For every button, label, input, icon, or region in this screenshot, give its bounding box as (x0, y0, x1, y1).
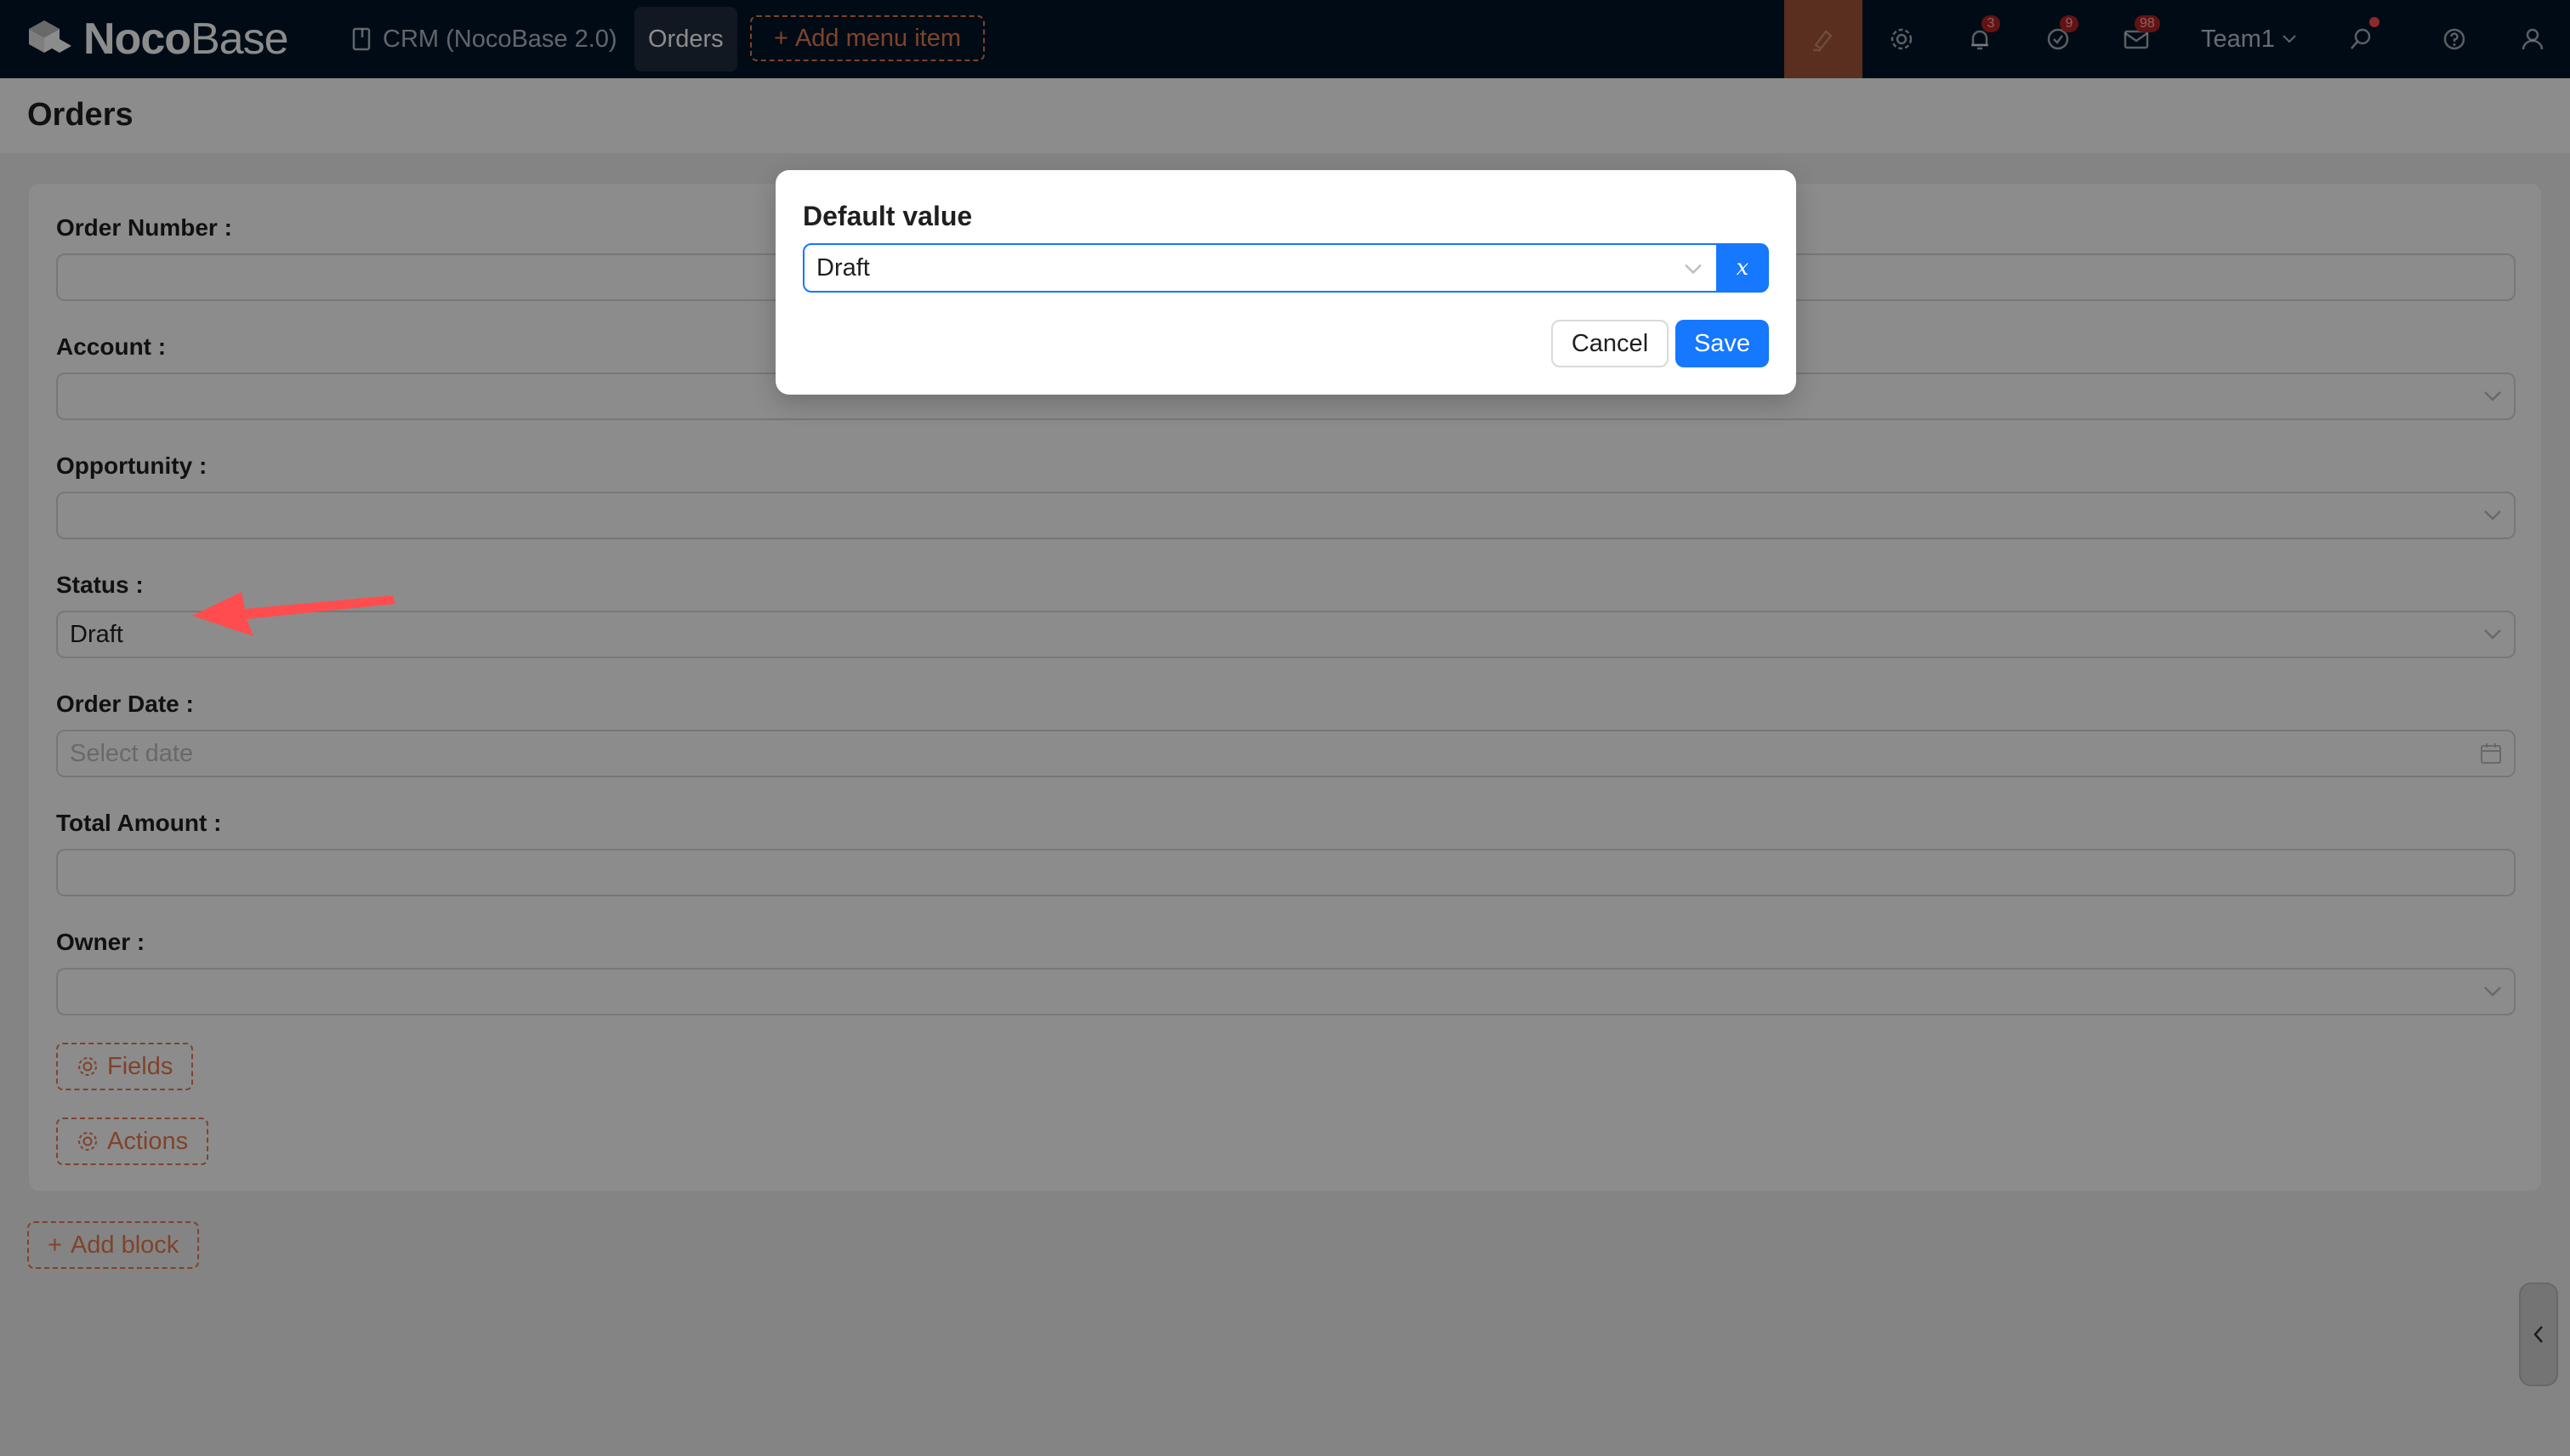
default-value-select[interactable]: Draft (803, 243, 1718, 293)
save-button[interactable]: Save (1675, 320, 1769, 367)
default-value-selected: Draft (816, 253, 870, 282)
dialog-title: Default value (803, 201, 973, 231)
default-value-dialog: Default value Draft x Cancel Save (776, 170, 1796, 395)
variable-picker-button[interactable]: x (1716, 243, 1769, 293)
annotation-arrow-icon (192, 592, 395, 636)
chevron-down-icon (1684, 254, 1703, 282)
cancel-button[interactable]: Cancel (1551, 320, 1669, 367)
